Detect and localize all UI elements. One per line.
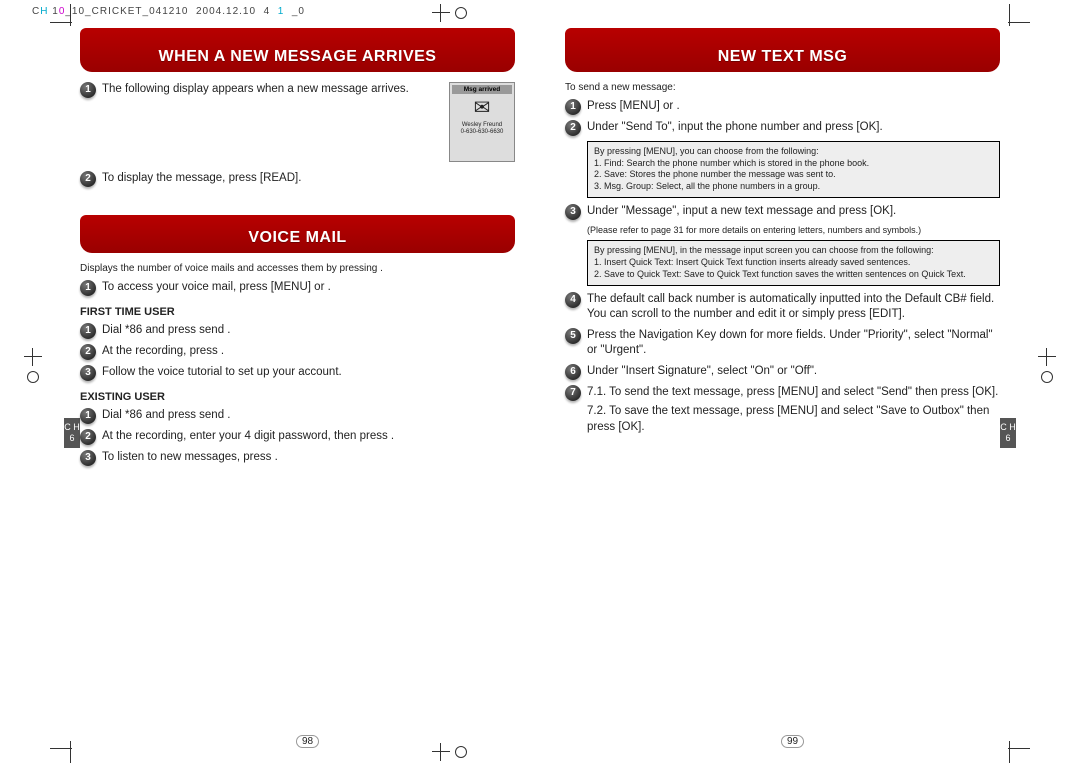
step-item: 1 Dial *86 and press send . (80, 408, 515, 424)
step-number-icon: 1 (565, 99, 581, 115)
step-text: Under "Message", input a new text messag… (587, 204, 1000, 220)
step-number-icon: 1 (80, 323, 96, 339)
page-number: 99 (565, 736, 1020, 747)
step-number-icon: 1 (80, 82, 96, 98)
step-number-icon: 4 (565, 292, 581, 308)
step-number-icon: 1 (80, 408, 96, 424)
step-number-icon: 2 (80, 429, 96, 445)
step-number-icon: 7 (565, 385, 581, 401)
section-header: WHEN A NEW MESSAGE ARRIVES (80, 28, 515, 72)
section-header: NEW TEXT MSG (565, 28, 1000, 72)
step-number-icon: 3 (80, 365, 96, 381)
step-number-icon: 6 (565, 364, 581, 380)
info-box-lead: By pressing [MENU], you can choose from … (594, 146, 993, 158)
step-item: 1 Press [MENU] or . (565, 99, 1000, 115)
register-circle-icon (1038, 368, 1056, 386)
section-intro: To send a new message: (565, 82, 1000, 93)
info-box-line: 2. Save: Stores the phone number the mes… (594, 169, 993, 181)
step-text: Under "Insert Signature", select "On" or… (587, 364, 1000, 380)
page-right: NEW TEXT MSG To send a new message: 1 Pre… (555, 28, 1010, 745)
page-left: WHEN A NEW MESSAGE ARRIVES 1 Msg arrived… (70, 28, 525, 745)
inline-note: (Please refer to page 31 for more detail… (587, 225, 1000, 237)
step-text: The default call back number is automati… (587, 292, 1000, 323)
crop-mark (1008, 22, 1030, 23)
envelope-icon: ✉ (452, 98, 512, 118)
step-subline: 7.1. To send the text message, press [ME… (587, 385, 1000, 401)
step-text: The following display appears when a new… (102, 83, 409, 95)
sub-heading: FIRST TIME USER (80, 306, 515, 318)
register-circle-icon (24, 368, 42, 386)
step-number-icon: 2 (80, 344, 96, 360)
step-item: 2 At the recording, press . (80, 344, 515, 360)
step-number-icon: 3 (565, 204, 581, 220)
step-number-icon: 3 (80, 450, 96, 466)
info-box-lead: By pressing [MENU], in the message input… (594, 245, 993, 257)
step-text: At the recording, enter your 4 digit pas… (102, 429, 515, 445)
step-item: 3 To listen to new messages, press . (80, 450, 515, 466)
step-text: 7.1. To send the text message, press [ME… (587, 385, 1000, 436)
crop-mark (50, 22, 72, 23)
step-text: Dial *86 and press send . (102, 323, 515, 339)
step-item: 2 To display the message, press [READ]. (80, 171, 515, 187)
page-number: 98 (80, 736, 535, 747)
info-box: By pressing [MENU], in the message input… (587, 240, 1000, 285)
step-text: At the recording, press . (102, 344, 515, 360)
step-item: 5 Press the Navigation Key down for more … (565, 328, 1000, 359)
step-text: To display the message, press [READ]. (102, 171, 515, 187)
step-text: To access your voice mail, press [MENU] … (102, 280, 515, 296)
step-item: 2 At the recording, enter your 4 digit pa… (80, 429, 515, 445)
crop-mark (1009, 4, 1010, 26)
step-text: Press [MENU] or . (587, 99, 1000, 115)
step-number-icon: 5 (565, 328, 581, 344)
crop-mark (1008, 748, 1030, 749)
register-mark (24, 348, 42, 366)
step-number-icon: 2 (80, 171, 96, 187)
screen-title: Msg arrived (452, 85, 512, 94)
step-item: 4 The default call back number is automat… (565, 292, 1000, 323)
info-box-line: 2. Save to Quick Text: Save to Quick Tex… (594, 269, 993, 281)
file-header: CH 10_10_CRICKET_041210 2004.12.10 4 1 _… (32, 6, 305, 17)
register-mark (1038, 348, 1056, 366)
section-header: VOICE MAIL (80, 215, 515, 253)
step-item: 1 To access your voice mail, press [MENU… (80, 280, 515, 296)
register-mark (432, 4, 450, 22)
step-item: 7 7.1. To send the text message, press [… (565, 385, 1000, 436)
register-circle-icon (452, 4, 470, 22)
step-text: To listen to new messages, press . (102, 450, 515, 466)
step-item: 3 Under "Message", input a new text messa… (565, 204, 1000, 220)
manual-spread: CH 10_10_CRICKET_041210 2004.12.10 4 1 _… (0, 0, 1080, 763)
crop-mark (50, 748, 72, 749)
info-box-line: 3. Msg. Group: Select, all the phone num… (594, 181, 993, 193)
screen-phone-number: 0-630-630-6630 (452, 129, 512, 136)
info-box: By pressing [MENU], you can choose from … (587, 141, 1000, 198)
info-box-line: 1. Find: Search the phone number which i… (594, 158, 993, 170)
step-text: Follow the voice tutorial to set up your… (102, 365, 515, 381)
step-text: Under "Send To", input the phone number … (587, 120, 1000, 136)
screen-contact: Wesley Freund (452, 122, 512, 129)
sub-heading: EXISTING USER (80, 391, 515, 403)
step-item: 2 Under "Send To", input the phone number… (565, 120, 1000, 136)
step-subline: 7.2. To save the text message, press [ME… (587, 404, 1000, 435)
crop-mark (70, 4, 71, 26)
step-item: 6 Under "Insert Signature", select "On" o… (565, 364, 1000, 380)
step-number-icon: 1 (80, 280, 96, 296)
step-item: 1 Msg arrived ✉ Wesley Freund 0-630-630-… (80, 82, 515, 166)
phone-screen-graphic: Msg arrived ✉ Wesley Freund 0-630-630-66… (449, 82, 515, 162)
info-box-line: 1. Insert Quick Text: Insert Quick Text … (594, 257, 993, 269)
section-intro: Displays the number of voice mails and a… (80, 263, 515, 274)
step-number-icon: 2 (565, 120, 581, 136)
step-item: 1 Dial *86 and press send . (80, 323, 515, 339)
step-text: Dial *86 and press send . (102, 408, 515, 424)
step-text: Press the Navigation Key down for more f… (587, 328, 1000, 359)
step-item: 3 Follow the voice tutorial to set up you… (80, 365, 515, 381)
